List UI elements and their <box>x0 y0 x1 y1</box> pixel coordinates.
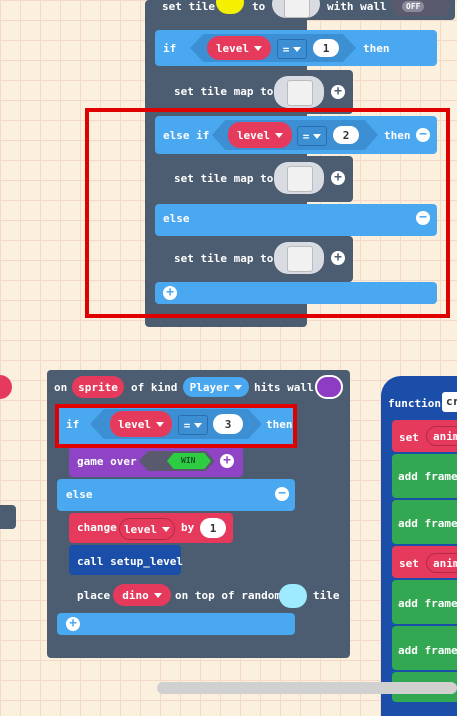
set-label-2: set <box>399 557 419 570</box>
value-1[interactable]: 1 <box>313 39 339 57</box>
set-tile-label: set tile <box>162 0 215 13</box>
color-swatch-purple[interactable] <box>315 375 343 399</box>
horizontal-scrollbar[interactable] <box>157 682 457 694</box>
add-frame-label-4: add frame <box>398 644 457 657</box>
set-label-1: set <box>399 431 419 444</box>
with-wall-label: with wall <box>327 0 387 13</box>
operator-dropdown-1[interactable]: = <box>277 39 307 59</box>
place-sprite-dropdown[interactable]: dino <box>113 584 171 606</box>
set-tilemap-label-1: set tile map to <box>174 85 274 98</box>
tilemap-image-1 <box>287 80 313 106</box>
function-name-field[interactable]: cr <box>442 392 457 412</box>
if-label-1: if <box>163 42 177 55</box>
else-label-2: else <box>66 488 93 501</box>
call-label: call setup_level <box>77 555 183 568</box>
to-label: to <box>252 0 266 13</box>
then-label-1: then <box>363 42 390 55</box>
partial-dark-block <box>0 505 16 529</box>
anim-var-2[interactable]: anim <box>426 553 457 573</box>
by-value-label: 1 <box>209 521 217 535</box>
on-label: on <box>54 381 68 394</box>
of-kind-label: of kind <box>131 381 178 394</box>
kind-dropdown[interactable]: Player <box>183 377 249 397</box>
toggle-label: OFF <box>402 1 425 12</box>
sprite-param[interactable]: sprite <box>72 376 124 398</box>
add-icon-1[interactable]: + <box>331 85 345 99</box>
function-label: function <box>388 397 441 410</box>
change-var-dropdown[interactable]: level <box>119 518 175 540</box>
add-frame-label-3: add frame <box>398 597 457 610</box>
chevron-down-icon <box>153 592 162 598</box>
var-level-1[interactable]: level <box>207 36 271 60</box>
chevron-down-icon <box>293 46 302 52</box>
kind-dropdown-label: Player <box>189 380 230 394</box>
add-icon-4[interactable]: + <box>220 454 234 468</box>
place-sprite-label: dino <box>122 588 149 602</box>
by-label: by <box>181 521 195 534</box>
sprite-param-label: sprite <box>78 380 118 394</box>
by-value[interactable]: 1 <box>200 518 226 538</box>
tile-color-swatch[interactable] <box>279 584 307 608</box>
add-frame-label-2: add frame <box>398 517 457 530</box>
change-label: change <box>77 521 117 534</box>
if-footer-2[interactable] <box>57 613 295 635</box>
game-over-label: game over <box>77 455 137 468</box>
remove-icon-3[interactable]: − <box>275 487 289 501</box>
add-frame-label-1: add frame <box>398 470 457 483</box>
add-branch-icon-2[interactable]: + <box>66 617 80 631</box>
highlight-box-2 <box>55 404 297 448</box>
place-label: place <box>77 589 111 602</box>
chevron-down-icon <box>254 45 263 51</box>
chevron-down-icon <box>234 384 243 390</box>
anim-var-1[interactable]: anim <box>426 426 457 446</box>
var-level-1-label: level <box>215 41 250 55</box>
on-top-label: on top of random <box>175 589 281 602</box>
partial-red-block <box>0 375 12 399</box>
function-name-label: cr <box>446 395 457 408</box>
tile-image <box>284 0 310 18</box>
hits-wall-label: hits wall <box>254 381 314 394</box>
chevron-down-icon <box>162 526 171 532</box>
tile-label: tile <box>313 589 340 602</box>
value-1-label: 1 <box>322 41 330 55</box>
anim-var-1-label: anim <box>433 429 457 443</box>
anim-var-2-label: anim <box>433 556 457 570</box>
op-1-label: = <box>282 42 290 56</box>
win-label: WIN <box>181 456 196 465</box>
change-var-label: level <box>123 522 158 536</box>
highlight-box-1 <box>85 108 450 318</box>
